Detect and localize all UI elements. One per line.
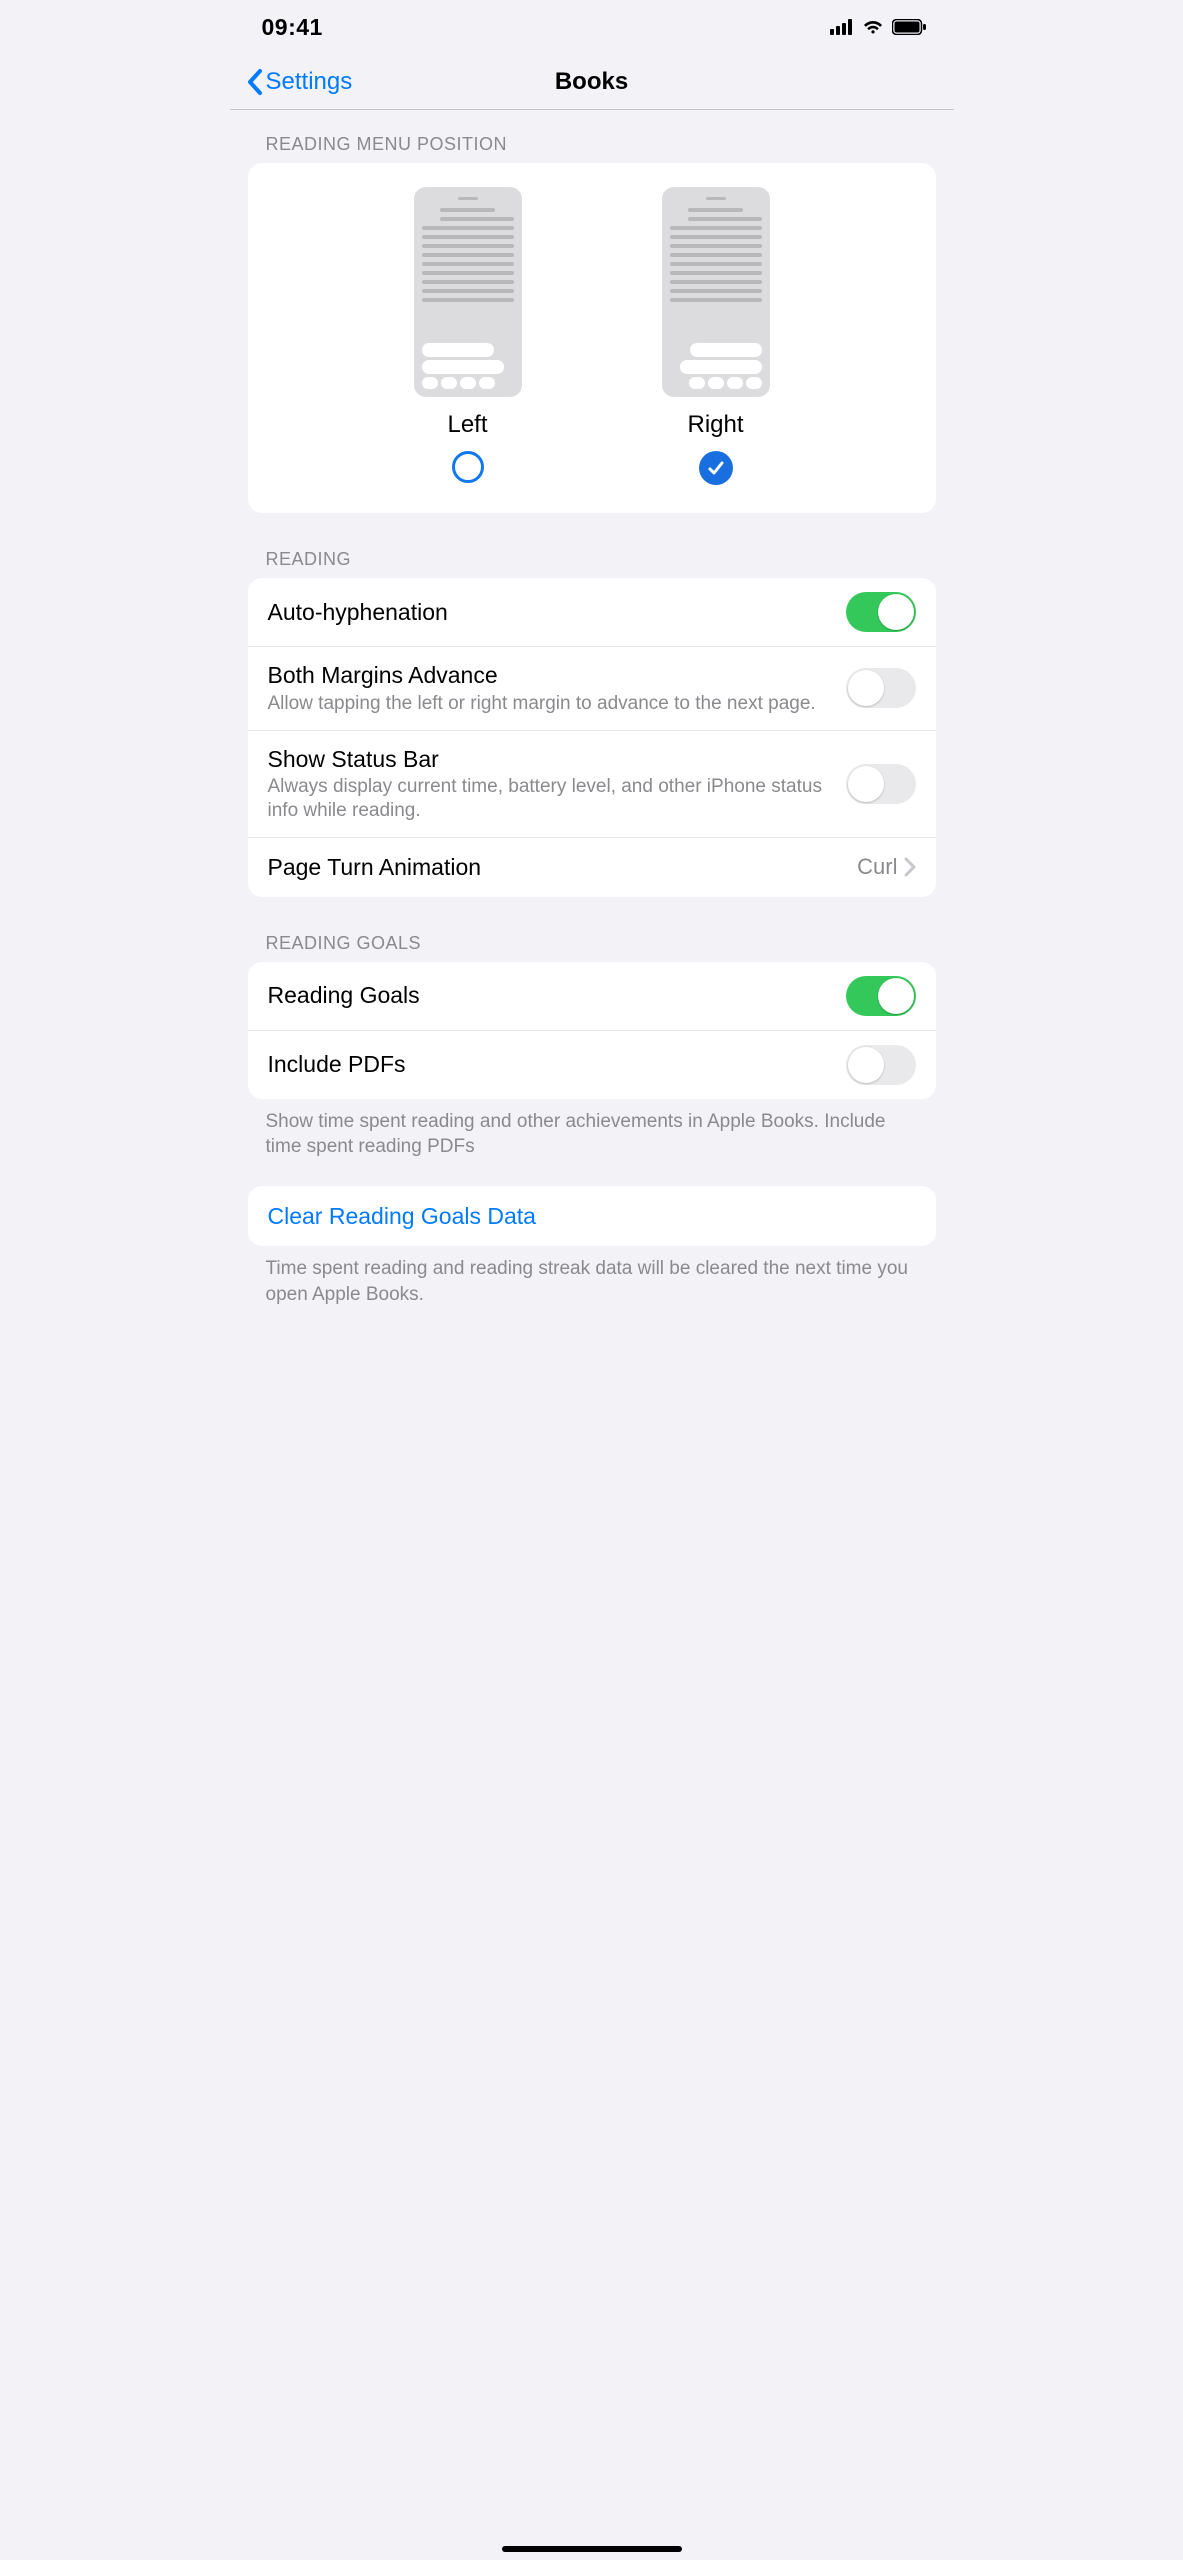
clear-reading-goals-label: Clear Reading Goals Data [268, 1202, 916, 1231]
menu-position-right[interactable]: Right [662, 187, 770, 485]
status-bar-label: Show Status Bar [268, 745, 846, 774]
goals-footer: Show time spent reading and other achiev… [230, 1099, 954, 1160]
chevron-right-icon [904, 857, 916, 877]
cellular-icon [830, 19, 854, 35]
phone-preview-right [662, 187, 770, 397]
back-label: Settings [266, 68, 353, 96]
auto-hyphenation-label: Auto-hyphenation [268, 598, 846, 627]
menu-position-left-label: Left [447, 411, 487, 439]
page-turn-value: Curl [857, 854, 897, 880]
goals-card: Reading Goals Include PDFs [248, 962, 936, 1099]
menu-position-right-label: Right [687, 411, 743, 439]
clear-footer: Time spent reading and reading streak da… [230, 1246, 954, 1307]
menu-position-left[interactable]: Left [414, 187, 522, 485]
clear-reading-goals-button[interactable]: Clear Reading Goals Data [248, 1186, 936, 1246]
status-indicators [830, 19, 926, 35]
books-settings-screen: 09:41 Settings [230, 0, 954, 2560]
radio-unselected-icon [452, 451, 484, 483]
row-include-pdfs: Include PDFs [248, 1030, 936, 1099]
page-turn-label: Page Turn Animation [268, 853, 858, 882]
section-header-goals: READING GOALS [230, 897, 954, 962]
row-page-turn[interactable]: Page Turn Animation Curl [248, 837, 936, 897]
wifi-icon [862, 19, 884, 35]
row-status-bar: Show Status Bar Always display current t… [248, 730, 936, 837]
reading-card: Auto-hyphenation Both Margins Advance Al… [248, 578, 936, 897]
phone-preview-left [414, 187, 522, 397]
clear-data-card: Clear Reading Goals Data [248, 1186, 936, 1246]
auto-hyphenation-toggle[interactable] [846, 592, 916, 632]
menu-position-card: Left Right [248, 163, 936, 513]
status-bar: 09:41 [230, 0, 954, 54]
reading-goals-toggle[interactable] [846, 976, 916, 1016]
row-both-margins: Both Margins Advance Allow tapping the l… [248, 646, 936, 730]
nav-bar: Settings Books [230, 54, 954, 110]
include-pdfs-label: Include PDFs [268, 1050, 846, 1079]
radio-selected-icon [699, 451, 733, 485]
status-time: 09:41 [262, 14, 323, 41]
section-header-reading: READING [230, 513, 954, 578]
status-bar-toggle[interactable] [846, 764, 916, 804]
both-margins-toggle[interactable] [846, 668, 916, 708]
checkmark-icon [706, 458, 726, 478]
row-auto-hyphenation: Auto-hyphenation [248, 578, 936, 646]
include-pdfs-toggle[interactable] [846, 1045, 916, 1085]
status-bar-sub: Always display current time, battery lev… [268, 775, 846, 823]
back-button[interactable]: Settings [238, 64, 361, 100]
both-margins-label: Both Margins Advance [268, 661, 846, 690]
reading-goals-label: Reading Goals [268, 981, 846, 1010]
page-title: Books [555, 68, 628, 96]
battery-icon [892, 19, 926, 35]
chevron-left-icon [246, 68, 264, 96]
section-header-menu-position: READING MENU POSITION [230, 110, 954, 163]
home-indicator[interactable] [502, 2546, 682, 2552]
row-reading-goals: Reading Goals [248, 962, 936, 1030]
both-margins-sub: Allow tapping the left or right margin t… [268, 692, 846, 716]
